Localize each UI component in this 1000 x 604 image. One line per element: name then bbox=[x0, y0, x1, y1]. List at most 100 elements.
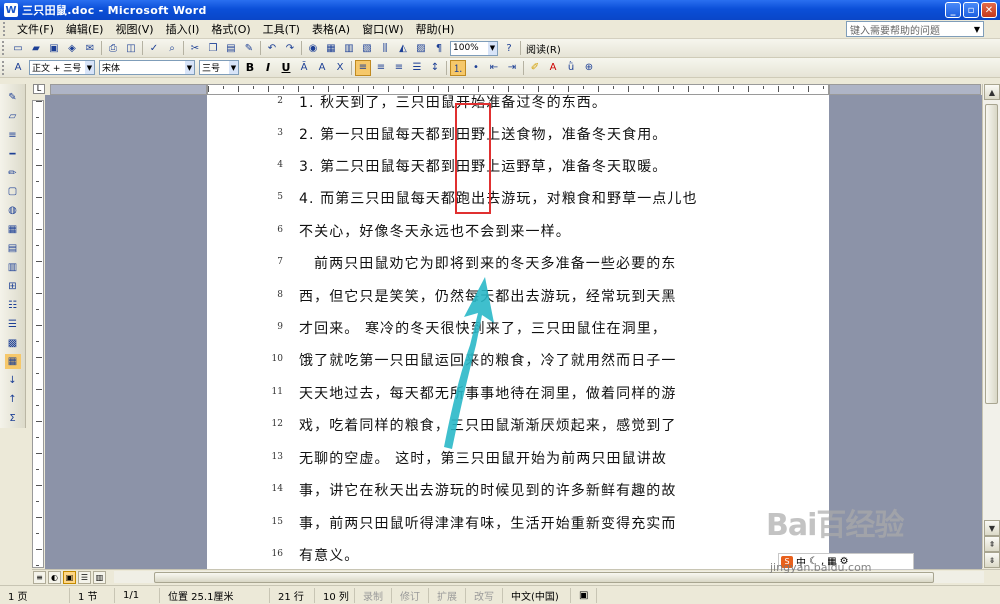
show-hide-icon[interactable]: ¶ bbox=[431, 40, 447, 56]
scroll-thumb[interactable] bbox=[985, 104, 998, 404]
chevron-down-icon[interactable]: ▼ bbox=[85, 61, 94, 74]
ime-toolbar[interactable]: S 中 ☾ , ▦ ⚙ bbox=[778, 553, 914, 570]
chevron-down-icon[interactable]: ▼ bbox=[229, 61, 238, 74]
reading-view-icon[interactable]: ▥ bbox=[93, 570, 106, 584]
underline-button[interactable]: U bbox=[279, 61, 293, 74]
line-spacing-icon[interactable]: ↕ bbox=[427, 60, 443, 76]
document-line[interactable]: 2 1. 秋天到了，三只田鼠开始准备过冬的东西。 bbox=[207, 87, 829, 119]
chevron-down-icon[interactable]: ▼ bbox=[488, 41, 497, 55]
line-text[interactable]: 事，前两只田鼠听得津津有味，生活开始重新变得充实而 bbox=[299, 513, 677, 533]
font-size-select[interactable]: 三号 ▼ bbox=[199, 60, 239, 75]
maximize-button[interactable]: ▫ bbox=[963, 2, 979, 18]
character-border-icon[interactable]: Ā bbox=[296, 60, 312, 76]
merge-cells-icon[interactable]: ▤ bbox=[5, 241, 21, 256]
bold-button[interactable]: B bbox=[243, 61, 257, 74]
menu-window[interactable]: 窗口(W) bbox=[356, 21, 409, 37]
bullets-icon[interactable]: • bbox=[468, 60, 484, 76]
line-text[interactable]: 1. 秋天到了，三只田鼠开始准备过冬的东西。 bbox=[299, 92, 607, 112]
redo-icon[interactable]: ↷ bbox=[282, 40, 298, 56]
document-line[interactable]: 3 2. 第一只田鼠每天都到田野上送食物，准备冬天食用。 bbox=[207, 119, 829, 151]
web-view-icon[interactable]: ◐ bbox=[48, 570, 61, 584]
document-line[interactable]: 10 饿了就吃第一只田鼠运回来的粮食，冷了就用然而日子一 bbox=[207, 345, 829, 377]
minimize-button[interactable]: _ bbox=[945, 2, 961, 18]
menu-edit[interactable]: 编辑(E) bbox=[60, 21, 110, 37]
sort-ascending-icon[interactable]: ↓ bbox=[5, 373, 21, 388]
toolbar-grip[interactable] bbox=[2, 41, 6, 55]
phonetic-guide-icon[interactable]: ǜ bbox=[563, 60, 579, 76]
increase-indent-icon[interactable]: ⇥ bbox=[504, 60, 520, 76]
line-style-icon[interactable]: ≡ bbox=[5, 128, 21, 143]
enclose-characters-icon[interactable]: ⊕ bbox=[581, 60, 597, 76]
document-line[interactable]: 8西，但它只是笑笑，仍然每天都出去游玩，经常玩到天黑 bbox=[207, 281, 829, 313]
pen-icon[interactable]: ✎ bbox=[5, 90, 21, 105]
border-color-icon[interactable]: ✏ bbox=[5, 166, 21, 181]
align-center-icon[interactable]: ≡ bbox=[373, 60, 389, 76]
highlight-icon[interactable]: ✐ bbox=[527, 60, 543, 76]
ime-mode[interactable]: 中 bbox=[796, 554, 806, 569]
insert-excel-icon[interactable]: ▧ bbox=[359, 40, 375, 56]
font-select[interactable]: 宋体 ▼ bbox=[99, 60, 195, 75]
spelling-icon[interactable]: ✓ bbox=[146, 40, 162, 56]
status-record[interactable]: 录制 bbox=[355, 587, 392, 603]
line-text[interactable]: 有意义。 bbox=[299, 545, 359, 565]
border-icon[interactable]: ▢ bbox=[5, 184, 21, 199]
scroll-thumb[interactable] bbox=[154, 572, 934, 583]
menu-table[interactable]: 表格(A) bbox=[306, 21, 356, 37]
moon-icon[interactable]: ☾ bbox=[809, 556, 818, 567]
prev-page-icon[interactable]: ⇞ bbox=[984, 536, 1000, 552]
punctuation-icon[interactable]: , bbox=[821, 556, 824, 567]
print-preview-icon[interactable]: ◫ bbox=[123, 40, 139, 56]
toolbar-grip[interactable] bbox=[2, 60, 6, 75]
align-icon[interactable]: ⊞ bbox=[5, 279, 21, 294]
menu-file[interactable]: 文件(F) bbox=[11, 21, 60, 37]
horizontal-scroll-track[interactable] bbox=[114, 571, 984, 583]
menu-tools[interactable]: 工具(T) bbox=[257, 21, 306, 37]
fill-color-icon[interactable]: ◍ bbox=[5, 203, 21, 218]
normal-view-icon[interactable]: ≡ bbox=[33, 570, 46, 584]
autoformat-icon[interactable]: ▩ bbox=[5, 336, 21, 351]
save-icon[interactable]: ▣ bbox=[46, 40, 62, 56]
toolbar-grip[interactable] bbox=[3, 22, 7, 36]
drawing-icon[interactable]: ◭ bbox=[395, 40, 411, 56]
menu-format[interactable]: 格式(O) bbox=[205, 21, 256, 37]
chevron-down-icon[interactable]: ▼ bbox=[971, 22, 983, 36]
status-extend[interactable]: 扩展 bbox=[429, 587, 466, 603]
insert-table-icon[interactable]: ▥ bbox=[341, 40, 357, 56]
align-justify-icon[interactable]: ≡ bbox=[355, 59, 371, 76]
document-line[interactable]: 13 无聊的空虚。 这时，第三只田鼠开始为前两只田鼠讲故 bbox=[207, 443, 829, 475]
document-line[interactable]: 15 事，前两只田鼠听得津津有味，生活开始重新变得充实而 bbox=[207, 508, 829, 540]
distribute-cols-icon[interactable]: ☰ bbox=[5, 317, 21, 332]
document-page[interactable]: 2 1. 秋天到了，三只田鼠开始准备过冬的东西。 3 2. 第一只田鼠每天都到田野上送… bbox=[207, 95, 829, 570]
eraser-icon[interactable]: ▱ bbox=[5, 109, 21, 124]
menu-view[interactable]: 视图(V) bbox=[109, 21, 159, 37]
document-line[interactable]: 11 天天地过去，每天都无所事事地待在洞里，做着同样的游 bbox=[207, 378, 829, 410]
menu-help[interactable]: 帮助(H) bbox=[410, 21, 461, 37]
zoom-select[interactable]: 100% ▼ bbox=[450, 40, 498, 56]
cut-icon[interactable]: ✂ bbox=[187, 40, 203, 56]
help-icon[interactable]: ? bbox=[501, 40, 517, 56]
document-line[interactable]: 16 有意义。 bbox=[207, 540, 829, 572]
print-icon[interactable]: ⎙ bbox=[105, 40, 121, 56]
status-overtype[interactable]: 改写 bbox=[466, 587, 503, 603]
next-page-icon[interactable]: ⇟ bbox=[984, 552, 1000, 568]
paste-icon[interactable]: ▤ bbox=[223, 40, 239, 56]
hyperlink-icon[interactable]: ◉ bbox=[305, 40, 321, 56]
tab-selector[interactable]: L bbox=[33, 84, 45, 94]
document-line[interactable]: 9 才回来。 寒冷的冬天很快到来了，三只田鼠住在洞里， bbox=[207, 313, 829, 345]
document-line[interactable]: 5 4. 而第三只田鼠每天都跑出去游玩，对粮食和野草一点儿也 bbox=[207, 183, 829, 215]
document-line[interactable]: 4 3. 第二只田鼠每天都到田野上运野草，准备冬天取暖。 bbox=[207, 151, 829, 183]
open-folder-icon[interactable]: ▰ bbox=[28, 40, 44, 56]
line-text[interactable]: 事，讲它在秋天出去游玩的时候见到的许多新鲜有趣的故 bbox=[299, 480, 677, 500]
research-icon[interactable]: ⌕ bbox=[164, 40, 180, 56]
vertical-scrollbar[interactable]: ▲ ▼ ⇞ ⇟ bbox=[982, 84, 1000, 568]
sort-descending-icon[interactable]: ↑ bbox=[5, 392, 21, 407]
help-search-input[interactable]: 键入需要帮助的问题 ▼ bbox=[846, 21, 984, 37]
format-painter-icon[interactable]: ✎ bbox=[241, 40, 257, 56]
close-button[interactable]: ✕ bbox=[981, 2, 997, 18]
font-color-icon[interactable]: A bbox=[545, 60, 561, 76]
undo-icon[interactable]: ↶ bbox=[264, 40, 280, 56]
autosum-icon[interactable]: Σ bbox=[5, 411, 21, 426]
email-icon[interactable]: ✉ bbox=[82, 40, 98, 56]
new-document-icon[interactable]: ▭ bbox=[10, 40, 26, 56]
tables-borders-icon[interactable]: ▦ bbox=[323, 40, 339, 56]
